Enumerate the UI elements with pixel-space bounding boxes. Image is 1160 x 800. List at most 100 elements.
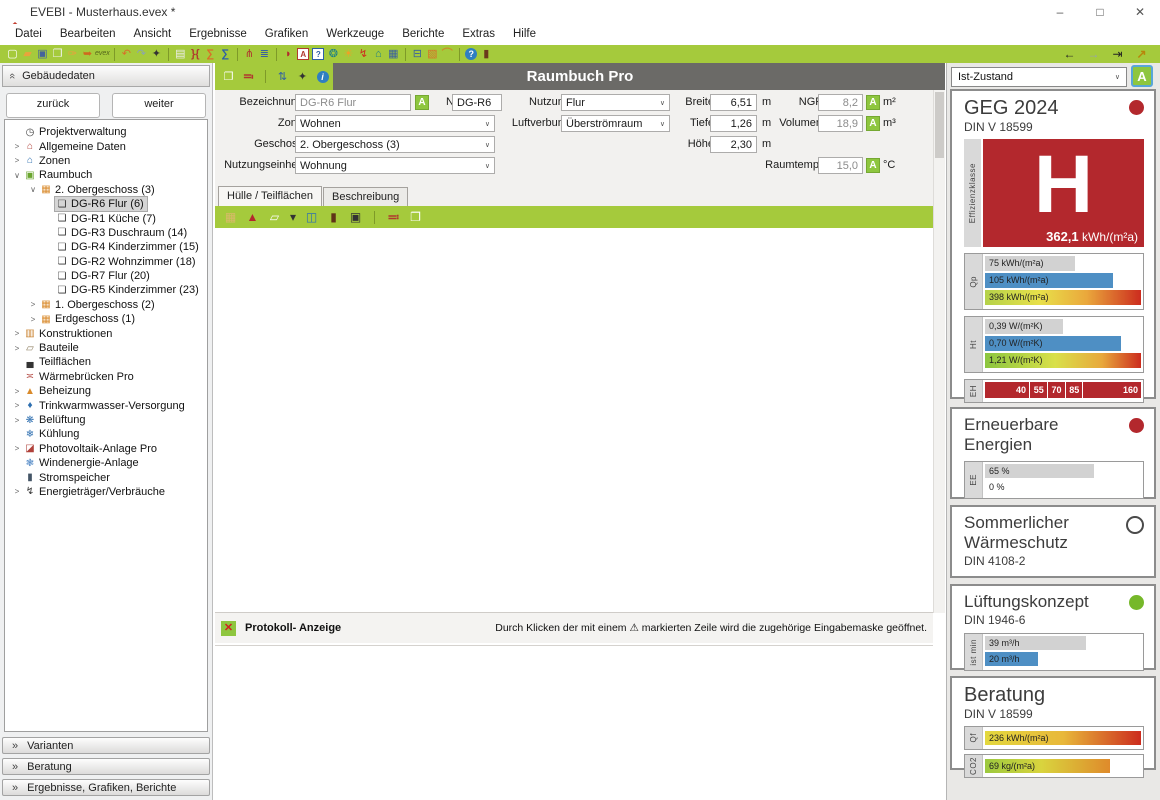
bezeichnung-input[interactable] xyxy=(295,94,411,111)
menu-hilfe[interactable]: Hilfe xyxy=(504,24,545,45)
auto-badge[interactable]: A xyxy=(866,158,880,173)
door-component-icon[interactable]: ▮ xyxy=(326,210,341,224)
luftverbund-select[interactable]: Überströmraum∨ xyxy=(561,115,670,132)
next-button[interactable]: weiter xyxy=(112,93,206,118)
globe-icon[interactable]: ❂ xyxy=(326,46,341,62)
magic-wand-icon[interactable]: ✦ xyxy=(149,46,164,62)
export-icon[interactable]: ➥ xyxy=(80,46,95,62)
panel-varianten[interactable]: »Varianten xyxy=(2,737,210,754)
panel-beratung[interactable]: »Beratung xyxy=(2,758,210,775)
tiefe-input[interactable] xyxy=(710,115,757,132)
tree-item-dg-r6-flur[interactable]: ❏DG-R6 Flur (6) xyxy=(5,197,207,211)
tree-item-trinkwarmwasser[interactable]: >♦Trinkwarmwasser-Versorgung xyxy=(5,398,207,412)
menu-datei[interactable]: Datei xyxy=(6,24,51,45)
open-project-icon[interactable]: ▰ xyxy=(20,46,35,62)
magic-wand-icon[interactable]: ✦ xyxy=(295,69,310,85)
print-report-icon[interactable]: ⊟ xyxy=(410,46,425,62)
import-icon[interactable]: ✑ xyxy=(65,46,80,62)
tree-item-teilflaechen[interactable]: ▄Teilflächen xyxy=(5,355,207,369)
tree-item-bauteile[interactable]: >▱Bauteile xyxy=(5,341,207,355)
assign-icon[interactable]: ≕ xyxy=(386,210,401,224)
dropdown-caret-icon[interactable]: ▾ xyxy=(289,210,297,224)
tree-item-waermebruecken[interactable]: ≍Wärmebrücken Pro xyxy=(5,370,207,384)
menu-ansicht[interactable]: Ansicht xyxy=(124,24,180,45)
tree-item-dg-r4-kinderzimmer[interactable]: ❏DG-R4 Kinderzimmer (15) xyxy=(5,240,207,254)
menu-bearbeiten[interactable]: Bearbeiten xyxy=(51,24,125,45)
colored-report-icon[interactable]: ▧ xyxy=(425,46,440,62)
auto-badge[interactable]: A xyxy=(415,95,429,110)
tree-item-konstruktionen[interactable]: >▥Konstruktionen xyxy=(5,326,207,340)
help-icon[interactable]: ? xyxy=(464,46,479,62)
scrollbar-thumb[interactable] xyxy=(935,92,944,158)
new-document-icon[interactable]: ▢ xyxy=(5,46,20,62)
panel-ergebnisse[interactable]: »Ergebnisse, Grafiken, Berichte xyxy=(2,779,210,796)
value-list-icon[interactable]: ≣ xyxy=(257,46,272,62)
wall-component-icon[interactable]: ▦ xyxy=(223,210,238,224)
tree-item-raumbuch[interactable]: ∨▣Raumbuch xyxy=(5,168,207,182)
vertical-scrollbar[interactable] xyxy=(933,90,945,613)
zone-select[interactable]: Wohnen∨ xyxy=(295,115,495,132)
breite-input[interactable] xyxy=(710,94,757,111)
menu-extras[interactable]: Extras xyxy=(453,24,504,45)
tree-item-beheizung[interactable]: >▲Beheizung xyxy=(5,384,207,398)
tree-item-energietraeger[interactable]: >↯Energieträger/Verbräuche xyxy=(5,485,207,499)
sun-icon[interactable]: ☀ xyxy=(341,46,356,62)
nutzungseinheit-select[interactable]: Wohnung∨ xyxy=(295,157,495,174)
collapse-chevron-icon[interactable]: « xyxy=(6,73,18,79)
tree-item-zonen[interactable]: >⌂Zonen xyxy=(5,154,207,168)
sum-orange-icon[interactable]: ∑ xyxy=(203,46,218,62)
ngf-input[interactable] xyxy=(818,94,863,111)
nr-input[interactable] xyxy=(452,94,502,111)
menu-werkzeuge[interactable]: Werkzeuge xyxy=(317,24,393,45)
tree-item-allgemeine-daten[interactable]: >⌂Allgemeine Daten xyxy=(5,139,207,153)
sidebar-header[interactable]: « Gebäudedaten xyxy=(2,65,210,87)
close-button[interactable]: ✕ xyxy=(1120,0,1160,24)
menu-berichte[interactable]: Berichte xyxy=(393,24,453,45)
redo-icon[interactable]: ↷ xyxy=(134,46,149,62)
tree-item-dg-r5-kinderzimmer[interactable]: ❏DG-R5 Kinderzimmer (23) xyxy=(5,283,207,297)
component-folder-icon[interactable]: ▱ xyxy=(267,210,282,224)
tab-beschreibung[interactable]: Beschreibung xyxy=(323,187,408,206)
question-marker-icon[interactable]: ? xyxy=(311,46,326,62)
tree-item-dg-r2-wohnzimmer[interactable]: ❏DG-R2 Wohnzimmer (18) xyxy=(5,255,207,269)
save-icon[interactable]: ▣ xyxy=(35,46,50,62)
tree-item-og2[interactable]: ∨▦2. Obergeschoss (3) xyxy=(5,183,207,197)
save-component-icon[interactable]: ▣ xyxy=(348,210,363,224)
hoehe-input[interactable] xyxy=(710,136,757,153)
house-energy-icon[interactable]: ⌂ xyxy=(371,46,386,62)
info-icon[interactable]: i xyxy=(315,69,330,85)
approve-variant-button[interactable]: A xyxy=(1131,65,1153,87)
copy-surface-icon[interactable]: ❐ xyxy=(408,210,423,224)
raumtemp-input[interactable] xyxy=(818,157,863,174)
tree-item-kuehlung[interactable]: ❄Kühlung xyxy=(5,427,207,441)
exit-door-icon[interactable]: ▮ xyxy=(479,46,494,62)
tree-item-dg-r1-kueche[interactable]: ❏DG-R1 Küche (7) xyxy=(5,211,207,225)
tree-item-og1[interactable]: >▦1. Obergeschoss (2) xyxy=(5,298,207,312)
minimize-button[interactable]: – xyxy=(1040,0,1080,24)
report-document-icon[interactable]: ▤ xyxy=(173,46,188,62)
nutzung-select[interactable]: Flur∨ xyxy=(561,94,670,111)
section-brackets-icon[interactable]: }{ xyxy=(188,46,203,62)
volumen-input[interactable] xyxy=(818,115,863,132)
back-arrow-icon[interactable]: ← xyxy=(1062,46,1077,62)
sort-edit-icon[interactable]: ⇅ xyxy=(275,69,290,85)
back-button[interactable]: zurück xyxy=(6,93,100,118)
auto-badge[interactable]: A xyxy=(866,116,880,131)
calculator-icon[interactable]: ▦ xyxy=(386,46,401,62)
tree-item-erdgeschoss[interactable]: >▦Erdgeschoss (1) xyxy=(5,312,207,326)
flowchart-icon[interactable]: ⋔ xyxy=(242,46,257,62)
tree-item-photovoltaik[interactable]: >◪Photovoltaik-Anlage Pro xyxy=(5,442,207,456)
assign-icon[interactable]: ≕ xyxy=(241,69,256,85)
tree-item-projektverwaltung[interactable]: ◷Projektverwaltung xyxy=(5,125,207,139)
roof-component-icon[interactable]: ▲ xyxy=(245,210,260,224)
protocol-close-icon[interactable]: ✕ xyxy=(221,621,236,636)
menu-grafiken[interactable]: Grafiken xyxy=(256,24,317,45)
maximize-button[interactable]: □ xyxy=(1080,0,1120,24)
tree-item-stromspeicher[interactable]: ▮Stromspeicher xyxy=(5,470,207,484)
geschoss-select[interactable]: 2. Obergeschoss (3)∨ xyxy=(295,136,495,153)
copy-room-icon[interactable]: ❐ xyxy=(221,69,236,85)
undo-icon[interactable]: ↶ xyxy=(119,46,134,62)
variant-select[interactable]: Ist-Zustand ∨ xyxy=(951,67,1127,87)
energy-certificate-icon[interactable]: ⌒ xyxy=(440,46,455,62)
tree-item-dg-r7-flur[interactable]: ❏DG-R7 Flur (20) xyxy=(5,269,207,283)
